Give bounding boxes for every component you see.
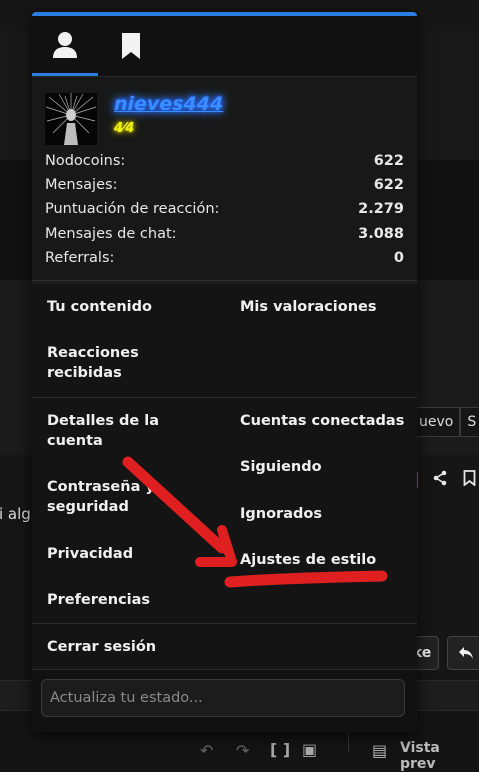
share-icon[interactable] [432,470,448,490]
background-tab[interactable]: uevo [412,407,461,437]
stat-value: 2.279 [358,201,404,218]
preview-icon: ▤ [372,741,388,760]
menu-tabs [32,16,417,77]
stat-row[interactable]: Nodocoins: 622 [45,149,404,173]
user-title: 4⁄4 [114,121,135,136]
menu-link-tu-contenido[interactable]: Tu contenido [47,297,152,317]
status-input[interactable] [41,679,405,717]
stat-label: Nodocoins: [45,153,126,169]
tab-account[interactable] [32,16,98,76]
stat-row[interactable]: Mensajes: 622 [45,173,404,197]
reply-button[interactable] [447,636,479,670]
toolbar-divider [348,732,349,753]
account-menu: nieves444 4⁄4 Nodocoins: 622 Mensajes: 6… [32,12,417,732]
stat-row[interactable]: Mensajes de chat: 3.088 [45,222,404,246]
redo-icon[interactable]: ↷ [236,741,249,760]
background-tabs: uevo S [412,407,479,437]
menu-divider [32,397,417,398]
menu-links: Tu contenido Reacciones recibidas Mis va… [32,284,417,669]
stat-label: Referrals: [45,249,115,266]
menu-link-preferencias[interactable]: Preferencias [47,590,150,610]
bookmark-icon [122,33,140,59]
menu-link-reacciones-recibidas[interactable]: Reacciones recibidas [47,343,187,383]
bookmark-icon[interactable] [463,470,476,490]
menu-link-detalles-cuenta[interactable]: Detalles de la cuenta [47,411,187,451]
stat-value: 3.088 [358,225,404,242]
menu-link-ajustes-estilo[interactable]: Ajustes de estilo [240,550,376,570]
stat-row[interactable]: Referrals: 0 [45,246,404,270]
preview-button[interactable]: Vista prev [400,740,479,772]
source-code-icon[interactable]: [ ] [270,740,290,759]
status-update-area [32,669,417,732]
background-tab[interactable]: S [460,407,479,437]
stat-value: 622 [373,153,404,169]
stat-row[interactable]: Puntuación de reacción: 2.279 [45,197,404,221]
background-post-text: i alg [0,505,31,523]
menu-link-mis-valoraciones[interactable]: Mis valoraciones [240,297,377,317]
stat-label: Mensajes: [45,177,118,194]
avatar[interactable] [45,93,97,145]
menu-link-siguiendo[interactable]: Siguiendo [240,457,322,477]
user-icon [53,31,77,58]
reply-icon [459,647,473,659]
username[interactable]: nieves444 [114,93,223,115]
menu-link-contrasena-seguridad[interactable]: Contraseña y seguridad [47,477,187,517]
stat-label: Puntuación de reacción: [45,201,220,218]
stats-list: Nodocoins: 622 Mensajes: 622 Puntuación … [45,149,404,270]
undo-icon[interactable]: ↶ [200,741,213,760]
stat-value: 0 [393,249,404,266]
save-draft-icon[interactable]: ▣ [302,740,317,759]
profile-summary: nieves444 4⁄4 Nodocoins: 622 Mensajes: 6… [32,77,417,281]
tab-bookmarks[interactable] [98,16,164,76]
stat-value: 622 [373,177,404,194]
menu-link-ignorados[interactable]: Ignorados [240,504,322,524]
logout-link[interactable]: Cerrar sesión [47,637,156,657]
menu-divider [32,623,417,624]
stat-label: Mensajes de chat: [45,225,177,242]
menu-link-cuentas-conectadas[interactable]: Cuentas conectadas [240,411,404,431]
menu-link-privacidad[interactable]: Privacidad [47,544,133,564]
